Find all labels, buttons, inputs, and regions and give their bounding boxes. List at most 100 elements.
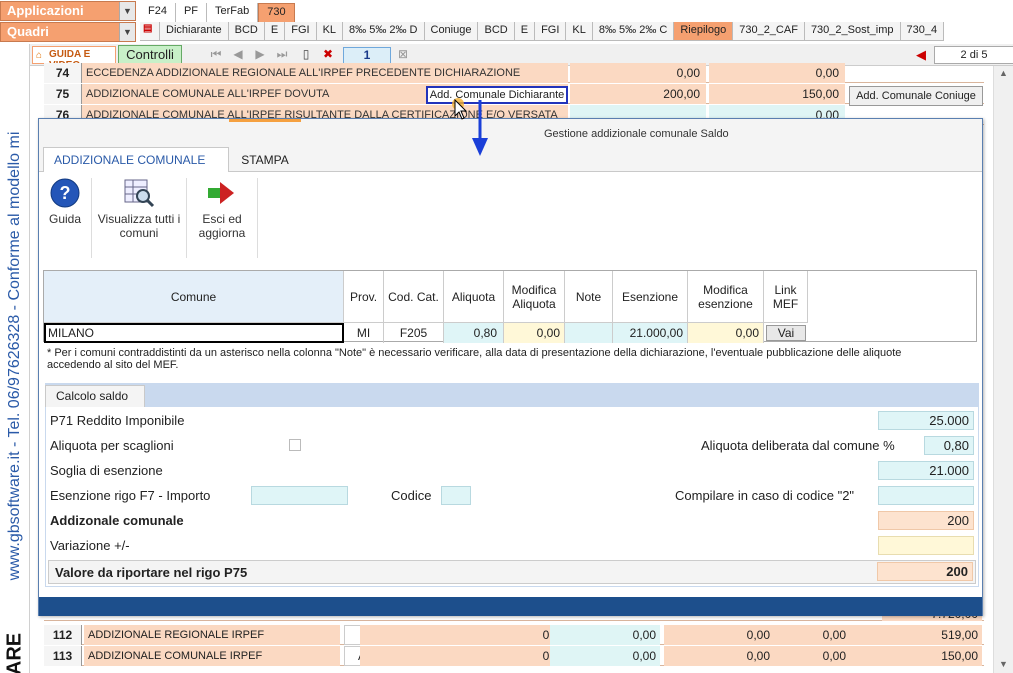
vertical-scrollbar[interactable]: ▲ ▼ bbox=[993, 66, 1013, 673]
subtab-bcd-c[interactable]: BCD bbox=[478, 22, 515, 40]
controlli-button[interactable]: Controlli bbox=[118, 45, 182, 65]
page-number-field[interactable]: 1 bbox=[343, 47, 391, 64]
tab-730[interactable]: 730 bbox=[258, 3, 295, 22]
add-comunale-coniuge-button[interactable]: Add. Comunale Coniuge bbox=[849, 86, 983, 106]
header-aliquota: Aliquota bbox=[444, 271, 504, 323]
addizionale-field: 200 bbox=[878, 511, 974, 530]
delete-page-icon[interactable]: ✖ bbox=[320, 46, 336, 63]
scroll-down-icon[interactable]: ▼ bbox=[999, 659, 1008, 669]
top-tabs: F24 PF TerFab 730 bbox=[140, 3, 295, 22]
soglia-field: 21.000 bbox=[878, 461, 974, 480]
header-modifica-aliquota: Modifica Aliquota bbox=[504, 271, 565, 323]
annotation-arrow-icon bbox=[472, 100, 488, 156]
pdf-icon[interactable]: ▤ bbox=[140, 22, 160, 40]
subtab-e-c[interactable]: E bbox=[515, 22, 536, 40]
chevron-down-icon[interactable]: ▼ bbox=[119, 23, 135, 41]
search-table-icon bbox=[124, 179, 155, 208]
subtab-e[interactable]: E bbox=[265, 22, 286, 40]
guida-video-button[interactable]: ⌂ GUIDA E VIDEO bbox=[32, 46, 116, 71]
subtab-riepilogo[interactable]: Riepilogo bbox=[674, 22, 734, 40]
subtab-730-2-caf[interactable]: 730_2_CAF bbox=[733, 22, 805, 40]
row-cell[interactable]: 0,00 bbox=[770, 625, 850, 645]
prev-page-icon[interactable]: ◀ bbox=[230, 46, 246, 63]
banner-text: www.gbsoftware.it - Tel. 06/97626328 - C… bbox=[6, 131, 23, 581]
pager-prev-icon[interactable]: ◀ bbox=[916, 47, 926, 63]
vai-button[interactable]: Vai bbox=[766, 325, 806, 341]
row-cell[interactable]: 0,00 bbox=[664, 646, 774, 666]
goto-icon[interactable]: ⊠ bbox=[395, 46, 411, 63]
gestione-addizionale-dialog: ADDIZIONALE COMUNALE STAMPA Gestione add… bbox=[38, 118, 983, 616]
row-value-1[interactable]: 200,00 bbox=[570, 84, 706, 104]
subtab-coniuge[interactable]: Coniuge bbox=[425, 22, 479, 40]
svg-text:?: ? bbox=[60, 183, 71, 203]
cell-aliquota: 0,80 bbox=[444, 323, 504, 343]
home-icon: ⌂ bbox=[36, 50, 43, 61]
subtab-bcd[interactable]: BCD bbox=[229, 22, 265, 40]
tab-calcolo-saldo[interactable]: Calcolo saldo bbox=[45, 385, 145, 407]
row-cell[interactable]: 0,00 bbox=[770, 646, 850, 666]
row-cell[interactable]: 519,00 bbox=[850, 625, 982, 645]
codice-field[interactable] bbox=[441, 486, 471, 505]
cell-modifica-aliquota[interactable]: 0,00 bbox=[504, 323, 565, 343]
row-cell[interactable]: 0,00 bbox=[550, 646, 660, 666]
help-icon: ? bbox=[50, 178, 80, 208]
subtab-fgi-c[interactable]: FGI bbox=[535, 22, 567, 40]
guida-label: Guida bbox=[48, 212, 82, 226]
subtab-730-2-sost[interactable]: 730_2_Sost_imp bbox=[805, 22, 901, 40]
row-value-2[interactable]: 150,00 bbox=[709, 84, 845, 104]
exit-arrow-icon bbox=[208, 182, 234, 204]
last-page-icon[interactable]: ⏭ bbox=[274, 46, 290, 63]
scroll-up-icon[interactable]: ▲ bbox=[999, 68, 1008, 78]
tab-f24[interactable]: F24 bbox=[140, 3, 176, 22]
scaglioni-checkbox[interactable] bbox=[289, 439, 301, 451]
subtab-kl[interactable]: KL bbox=[317, 22, 344, 40]
row-cell[interactable]: 0,00 bbox=[550, 625, 660, 645]
subtab-dichiarante[interactable]: Dichiarante bbox=[160, 22, 229, 40]
header-link-mef: Link MEF bbox=[764, 271, 808, 323]
dialog-footer bbox=[39, 597, 982, 616]
tab-pf[interactable]: PF bbox=[175, 3, 208, 22]
guida-button[interactable]: ? Guida bbox=[45, 178, 85, 226]
first-page-icon[interactable]: ⏮ bbox=[208, 46, 224, 63]
row-cell[interactable]: 0,00 bbox=[664, 625, 774, 645]
esenzione-rigo-field[interactable] bbox=[251, 486, 348, 505]
row-number: 75 bbox=[44, 84, 82, 104]
calcolo-saldo-panel: P71 Reddito Imponibile 25.000 Aliquota p… bbox=[45, 407, 979, 587]
ribbon-panel: ? Guida Visualizza tutti i comuni Esci e… bbox=[39, 172, 982, 262]
aliquota-deliberata-label: Aliquota deliberata dal comune % bbox=[701, 438, 895, 453]
tab-terfab[interactable]: TerFab bbox=[207, 3, 259, 22]
visualizza-comuni-button[interactable]: Visualizza tutti i comuni bbox=[95, 178, 183, 240]
chevron-down-icon[interactable]: ▼ bbox=[119, 2, 135, 20]
applicazioni-select[interactable]: Applicazioni ▼ bbox=[0, 1, 136, 21]
subtab-fgi[interactable]: FGI bbox=[285, 22, 317, 40]
subtab-730-4[interactable]: 730_4 bbox=[901, 22, 945, 40]
subtab-8x1000-d[interactable]: 8‰ 5‰ 2‰ D bbox=[343, 22, 425, 40]
next-page-icon[interactable]: ▶ bbox=[252, 46, 268, 63]
tab-stampa[interactable]: STAMPA bbox=[229, 119, 301, 172]
compilare-field[interactable] bbox=[878, 486, 974, 505]
dialog-title: Gestione addizionale comunale Saldo bbox=[544, 128, 729, 140]
cell-comune[interactable]: MILANO bbox=[44, 323, 344, 343]
subtab-kl-c[interactable]: KL bbox=[566, 22, 593, 40]
row-value-1[interactable]: 0,00 bbox=[570, 63, 706, 83]
quadri-select[interactable]: Quadri ▼ bbox=[0, 22, 136, 42]
header-comune: Comune bbox=[44, 271, 344, 323]
variazione-field[interactable] bbox=[878, 536, 974, 555]
quadri-label: Quadri bbox=[7, 24, 49, 39]
new-page-icon[interactable]: ▯ bbox=[298, 46, 314, 63]
ribbon-separator bbox=[186, 178, 187, 258]
tab-addizionale-comunale[interactable]: ADDIZIONALE COMUNALE bbox=[43, 147, 229, 173]
valore-label: Valore da riportare nel rigo P75 bbox=[55, 565, 248, 580]
reddito-field: 25.000 bbox=[878, 411, 974, 430]
ribbon-tabbar: ADDIZIONALE COMUNALE STAMPA Gestione add… bbox=[39, 119, 982, 173]
add-comunale-dichiarante-button[interactable]: Add. Comunale Dichiarante bbox=[426, 86, 568, 104]
reddito-label: P71 Reddito Imponibile bbox=[50, 413, 185, 428]
table-row: 74 ECCEDENZA ADDIZIONALE REGIONALE ALL'I… bbox=[44, 63, 984, 83]
row-cell[interactable]: 150,00 bbox=[850, 646, 982, 666]
table-row: 112 ADDIZIONALE REGIONALE IRPEF 8 0,00 0… bbox=[44, 625, 984, 645]
cell-modifica-esenzione[interactable]: 0,00 bbox=[688, 323, 764, 343]
esci-aggiorna-button[interactable]: Esci ed aggiorna bbox=[190, 178, 254, 240]
row-value-2[interactable]: 0,00 bbox=[709, 63, 845, 83]
soglia-label: Soglia di esenzione bbox=[50, 463, 163, 478]
subtab-8x1000-c[interactable]: 8‰ 5‰ 2‰ C bbox=[593, 22, 675, 40]
